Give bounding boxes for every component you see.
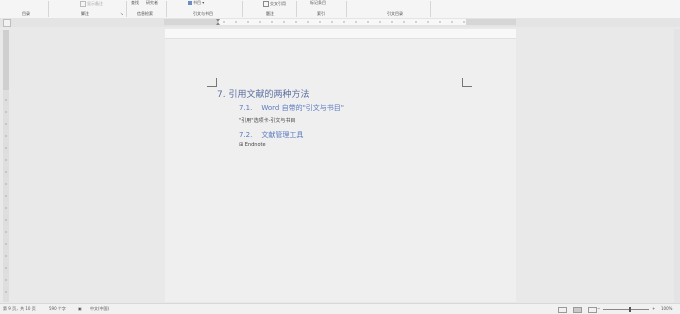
group-label-research: 信息检索 [137, 11, 153, 16]
heading-number: 7.1. [239, 104, 253, 112]
cross-reference-icon [263, 1, 269, 7]
heading-text: 文献管理工具 [261, 131, 304, 139]
status-bar: 第 9 页，共 10 页 590 个字 ▣ 中文(中国) − + 100% [0, 303, 680, 314]
ruler-bar [0, 18, 680, 27]
group-label-toc: 目录 [22, 11, 30, 16]
heading-1[interactable]: 7. 引用文献的两种方法 [217, 87, 309, 100]
group-separator [242, 1, 243, 17]
mark-entry-button[interactable]: 标记条目 [310, 1, 326, 5]
group-separator [48, 1, 49, 17]
notes-icon [80, 1, 86, 7]
ruler-ticks [216, 19, 465, 25]
read-mode-button[interactable] [558, 307, 567, 313]
vertical-ruler[interactable] [3, 30, 9, 302]
group-label-citations: 引文与书目 [193, 11, 213, 16]
vertical-scrollbar[interactable] [674, 29, 680, 303]
researcher-button[interactable]: 研究者 [146, 1, 158, 5]
tab-selector-button[interactable] [3, 19, 11, 27]
horizontal-ruler[interactable] [164, 19, 516, 25]
book-icon [188, 1, 192, 5]
body-paragraph[interactable]: "引用"选项卡-引文与书目 [239, 117, 295, 124]
group-separator [346, 1, 347, 17]
heading-text: Word 自带的"引文与书目" [261, 104, 345, 112]
zoom-slider[interactable] [603, 309, 649, 310]
crop-mark-top-right [462, 78, 472, 87]
zoom-slider-thumb[interactable] [629, 307, 631, 312]
document-page[interactable]: 7. 引用文献的两种方法 7.1. Word 自带的"引文与书目" "引用"选项卡… [165, 29, 516, 302]
group-label-index: 索引 [317, 11, 325, 16]
ribbon: 显示备注 查找 研究者 书目 ▾ 交叉引用 标记条目 目录 脚注 ↘ 信息检索 … [0, 0, 680, 19]
group-separator [296, 1, 297, 17]
heading-2[interactable]: 7.2. 文献管理工具 [239, 130, 303, 140]
group-label-captions: 题注 [266, 11, 274, 16]
web-layout-button[interactable] [588, 307, 597, 313]
smart-lookup-button[interactable]: 查找 [131, 1, 139, 5]
group-separator [166, 1, 167, 17]
header-area [165, 29, 516, 39]
body-paragraph[interactable]: ⊞ Endnote [239, 142, 266, 148]
cross-reference-button[interactable]: 交叉引用 [263, 1, 286, 7]
print-layout-button[interactable] [573, 307, 582, 313]
heading-number: 7.2. [239, 131, 253, 139]
group-label-toa: 引文目录 [387, 11, 403, 16]
group-separator [126, 1, 127, 17]
crop-mark-top-left [207, 78, 217, 87]
bibliography-button[interactable]: 书目 ▾ [188, 1, 204, 5]
group-label-footnotes: 脚注 [81, 11, 89, 16]
vertical-ruler-ticks [3, 30, 9, 293]
group-separator [430, 1, 431, 17]
heading-2[interactable]: 7.1. Word 自带的"引文与书目" [239, 103, 344, 113]
footnotes-launcher-icon[interactable]: ↘ [120, 12, 124, 16]
show-notes-button[interactable]: 显示备注 [80, 1, 103, 7]
